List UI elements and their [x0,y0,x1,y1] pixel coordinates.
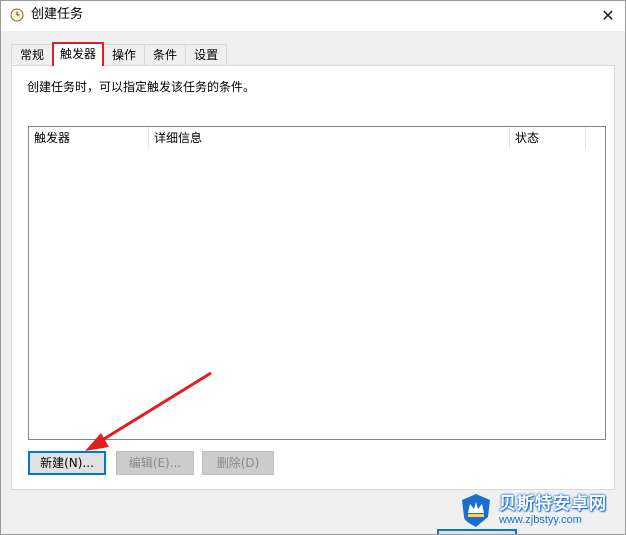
create-task-window: 创建任务 ✕ 常规 触发器 操作 条件 设置 创建任务时，可以指定触发该任务的条… [0,0,626,535]
new-trigger-button[interactable]: 新建(N)... [28,451,106,475]
clock-icon [10,8,24,22]
watermark-text: 贝斯特安卓网 www.zjbstyy.com [499,494,607,527]
tab-actions[interactable]: 操作 [103,44,146,65]
column-header-status[interactable]: 状态 [510,127,586,149]
dialog-body: 常规 触发器 操作 条件 设置 创建任务时，可以指定触发该任务的条件。 触发器 … [1,31,625,534]
crown-shield-icon [462,494,490,527]
tab-conditions[interactable]: 条件 [144,44,187,65]
close-icon: ✕ [601,5,615,25]
panel-description: 创建任务时，可以指定触发该任务的条件。 [27,80,256,94]
tab-general[interactable]: 常规 [11,44,54,65]
window-title: 创建任务 [31,7,84,22]
watermark-name: 贝斯特安卓网 [499,493,607,514]
tab-settings[interactable]: 设置 [185,44,228,65]
column-header-details[interactable]: 详细信息 [149,127,510,149]
title-bar: 创建任务 ✕ [1,1,625,31]
tab-triggers[interactable]: 触发器 [52,42,105,66]
triggers-panel: 创建任务时，可以指定触发该任务的条件。 触发器 详细信息 状态 新建(N)...… [11,65,615,490]
close-button[interactable]: ✕ [593,1,623,29]
tab-strip: 常规 触发器 操作 条件 设置 [11,42,228,66]
edit-trigger-button[interactable]: 编辑(E)... [116,451,194,475]
triggers-list[interactable]: 触发器 详细信息 状态 [28,126,606,440]
delete-trigger-button[interactable]: 删除(D) [202,451,274,475]
list-header: 触发器 详细信息 状态 [29,127,605,149]
watermark-url: www.zjbstyy.com [499,513,582,526]
column-header-trigger[interactable]: 触发器 [29,127,149,149]
watermark: 贝斯特安卓网 www.zjbstyy.com [457,488,623,532]
